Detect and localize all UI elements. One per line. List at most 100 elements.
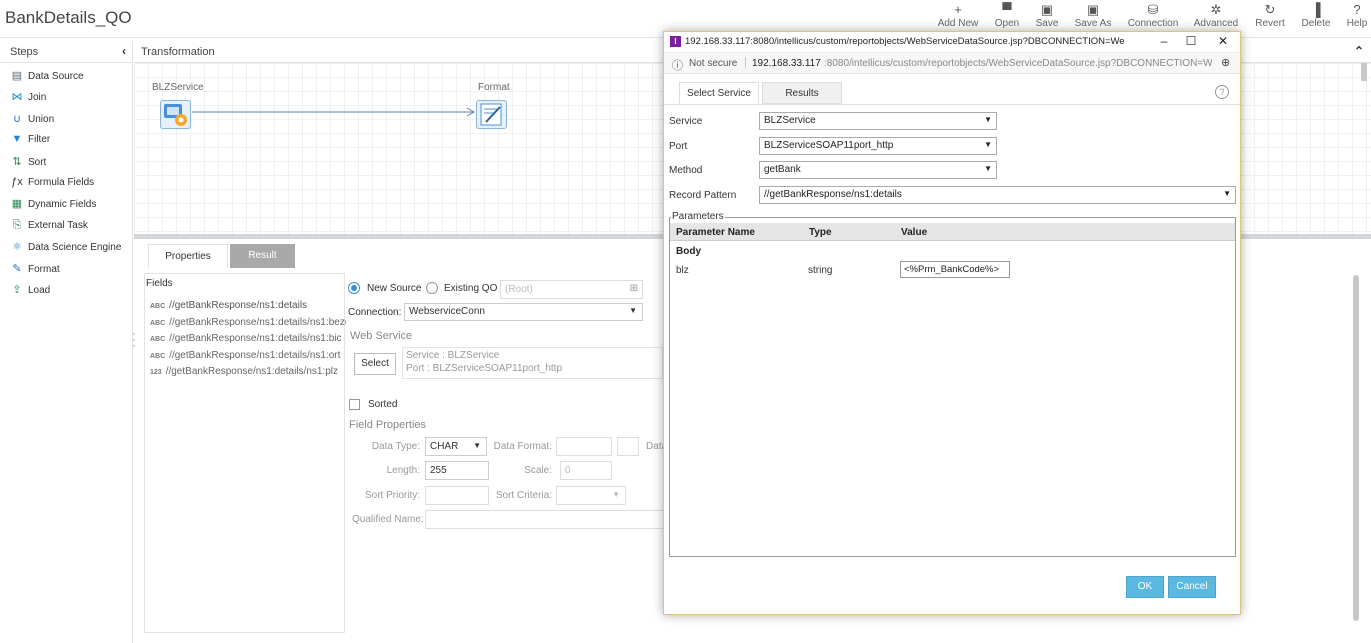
tab-results[interactable]: Results — [762, 82, 842, 104]
body-label: Body — [676, 246, 701, 257]
url-path: :8080/intellicus/custom/reportobjects/We… — [824, 58, 1212, 69]
add-new-button[interactable]: + Add New — [930, 2, 986, 29]
step-label: Filter — [28, 134, 51, 146]
chevron-down-icon: ▼ — [629, 306, 637, 315]
collapse-steps-icon[interactable]: ‹ — [122, 44, 126, 58]
help-icon[interactable]: ? — [1215, 85, 1229, 99]
field-item[interactable]: ABC//getBankResponse/ns1:details/ns1:ort — [150, 350, 346, 361]
record-pattern-select[interactable]: //getBankResponse/ns1:details ▼ — [759, 186, 1236, 204]
join-icon: ⋈ — [11, 91, 23, 104]
cancel-button[interactable]: Cancel — [1168, 576, 1216, 598]
step-union[interactable]: ∪ Union — [10, 112, 54, 130]
dialog-titlebar[interactable]: I 192.168.33.117:8080/intellicus/custom/… — [664, 32, 1240, 53]
url-host: 192.168.33.117 — [752, 58, 821, 69]
param-name-header: Parameter Name — [676, 227, 755, 238]
app-title: BankDetails_QO — [5, 8, 132, 27]
step-label: External Task — [28, 219, 88, 231]
parameters-title: Parameters — [671, 211, 725, 222]
length-input[interactable]: 255 — [425, 461, 489, 480]
data-format-label: Data Format: — [493, 441, 552, 452]
web-service-title: Web Service — [350, 330, 413, 342]
step-data-source[interactable]: ▤ Data Source — [10, 69, 84, 87]
properties-scrollbar[interactable] — [1353, 275, 1359, 621]
formula-fields-icon: ƒx — [11, 176, 23, 188]
step-label: Formula Fields — [28, 177, 95, 188]
node-format[interactable] — [476, 100, 507, 129]
step-data-science-engine[interactable]: ⚛ Data Science Engine — [10, 240, 121, 258]
field-item[interactable]: 123//getBankResponse/ns1:details/ns1:plz — [150, 366, 346, 377]
zoom-icon[interactable]: ⊕ — [1221, 56, 1230, 69]
method-select[interactable]: getBank ▼ — [759, 161, 997, 179]
sort-priority-input[interactable] — [425, 486, 489, 505]
add-new-icon: + — [954, 2, 962, 17]
field-label: //getBankResponse/ns1:details/ns1:bezeic… — [169, 316, 346, 328]
node-blzservice[interactable] — [160, 100, 191, 129]
tree-icon: ⊞ — [629, 283, 638, 294]
field-type-badge: ABC — [150, 336, 166, 343]
save-button-label: Save — [1035, 18, 1059, 29]
field-item[interactable]: ABC//getBankResponse/ns1:details/ns1:bez… — [150, 317, 346, 328]
step-join[interactable]: ⋈ Join — [10, 90, 47, 108]
drag-handle-icon[interactable]: · · · — [132, 327, 136, 351]
address-bar[interactable]: ⓘ Not secure | 192.168.33.117 :8080/inte… — [664, 53, 1240, 74]
sort-icon: ⇅ — [12, 155, 22, 168]
field-label: //getBankResponse/ns1:details/ns1:ort — [169, 349, 341, 361]
step-filter[interactable]: ▼ Filter — [10, 133, 51, 151]
ok-button[interactable]: OK — [1126, 576, 1164, 598]
method-value: getBank — [764, 164, 801, 175]
advanced-button[interactable]: ✲ Advanced — [1188, 2, 1244, 29]
connection-select[interactable]: WebserviceConn ▼ — [404, 303, 643, 321]
help-button-label: Help — [1346, 18, 1368, 29]
service-select[interactable]: BLZService ▼ — [759, 112, 997, 130]
field-label: //getBankResponse/ns1:details — [169, 300, 308, 311]
step-label: Join — [28, 92, 47, 104]
app-logo-icon: I — [670, 36, 681, 47]
step-external-task[interactable]: ⎘ External Task — [10, 219, 88, 237]
save-as-button[interactable]: ▣ Save As — [1065, 2, 1121, 29]
step-label: Sort — [28, 156, 47, 168]
service-label: Service — [669, 116, 703, 127]
param-value-input[interactable]: <%Prm_BankCode%> — [900, 261, 1010, 278]
step-formula-fields[interactable]: ƒx Formula Fields — [10, 176, 94, 194]
step-format[interactable]: ✎ Format — [10, 262, 59, 280]
canvas-scrollbar[interactable] — [1361, 63, 1367, 81]
step-dynamic-fields[interactable]: ▦ Dynamic Fields — [10, 197, 97, 215]
field-item[interactable]: ABC//getBankResponse/ns1:details/ns1:bic — [150, 333, 346, 344]
add-new-button-label: Add New — [937, 18, 979, 29]
scale-input[interactable]: 0 — [560, 461, 612, 480]
existing-qo-radio[interactable] — [426, 282, 438, 294]
external-task-icon: ⎘ — [12, 218, 22, 231]
help-button[interactable]: ? Help — [1329, 2, 1371, 29]
close-icon[interactable]: ✕ — [1212, 34, 1234, 48]
port-select[interactable]: BLZServiceSOAP11port_http ▼ — [759, 137, 997, 155]
sorted-checkbox[interactable] — [349, 399, 360, 410]
sort-criteria-label: Sort Criteria: — [495, 490, 552, 501]
data-format-button[interactable] — [617, 437, 639, 456]
tab-properties[interactable]: Properties — [148, 244, 228, 268]
maximize-icon[interactable]: ☐ — [1180, 34, 1202, 48]
data-format-input[interactable] — [556, 437, 612, 456]
qualified-name-label: Qualified Name: — [352, 514, 424, 525]
new-source-radio[interactable] — [348, 282, 360, 294]
field-item[interactable]: ABC//getBankResponse/ns1:details — [150, 300, 346, 311]
data-type-select[interactable]: CHAR ▼ — [425, 437, 487, 456]
qualified-name-input[interactable] — [425, 510, 665, 529]
chevron-down-icon: ▼ — [984, 115, 992, 124]
node-format-label: Format — [478, 82, 510, 93]
transformation-title: Transformation — [141, 46, 215, 58]
existing-qo-input[interactable]: (Root) ⊞ — [500, 280, 643, 299]
minimize-icon[interactable]: – — [1153, 34, 1175, 48]
sort-criteria-select[interactable]: ▼ — [556, 486, 626, 505]
connector-arrow — [192, 107, 476, 117]
data-science-engine-icon: ⚛ — [12, 241, 22, 254]
dynamic-fields-icon: ▦ — [11, 198, 23, 211]
step-sort[interactable]: ⇅ Sort — [10, 155, 46, 173]
step-load[interactable]: ⇪ Load — [10, 283, 50, 301]
tab-select-service[interactable]: Select Service — [679, 82, 759, 104]
param-name-blz: blz — [676, 265, 689, 276]
tab-result[interactable]: Result — [230, 244, 295, 268]
info-icon[interactable]: ⓘ — [672, 57, 683, 73]
select-service-button[interactable]: Select — [354, 353, 396, 375]
collapse-canvas-icon[interactable]: ⌃ — [1354, 44, 1364, 58]
connection-value: WebserviceConn — [409, 306, 485, 317]
